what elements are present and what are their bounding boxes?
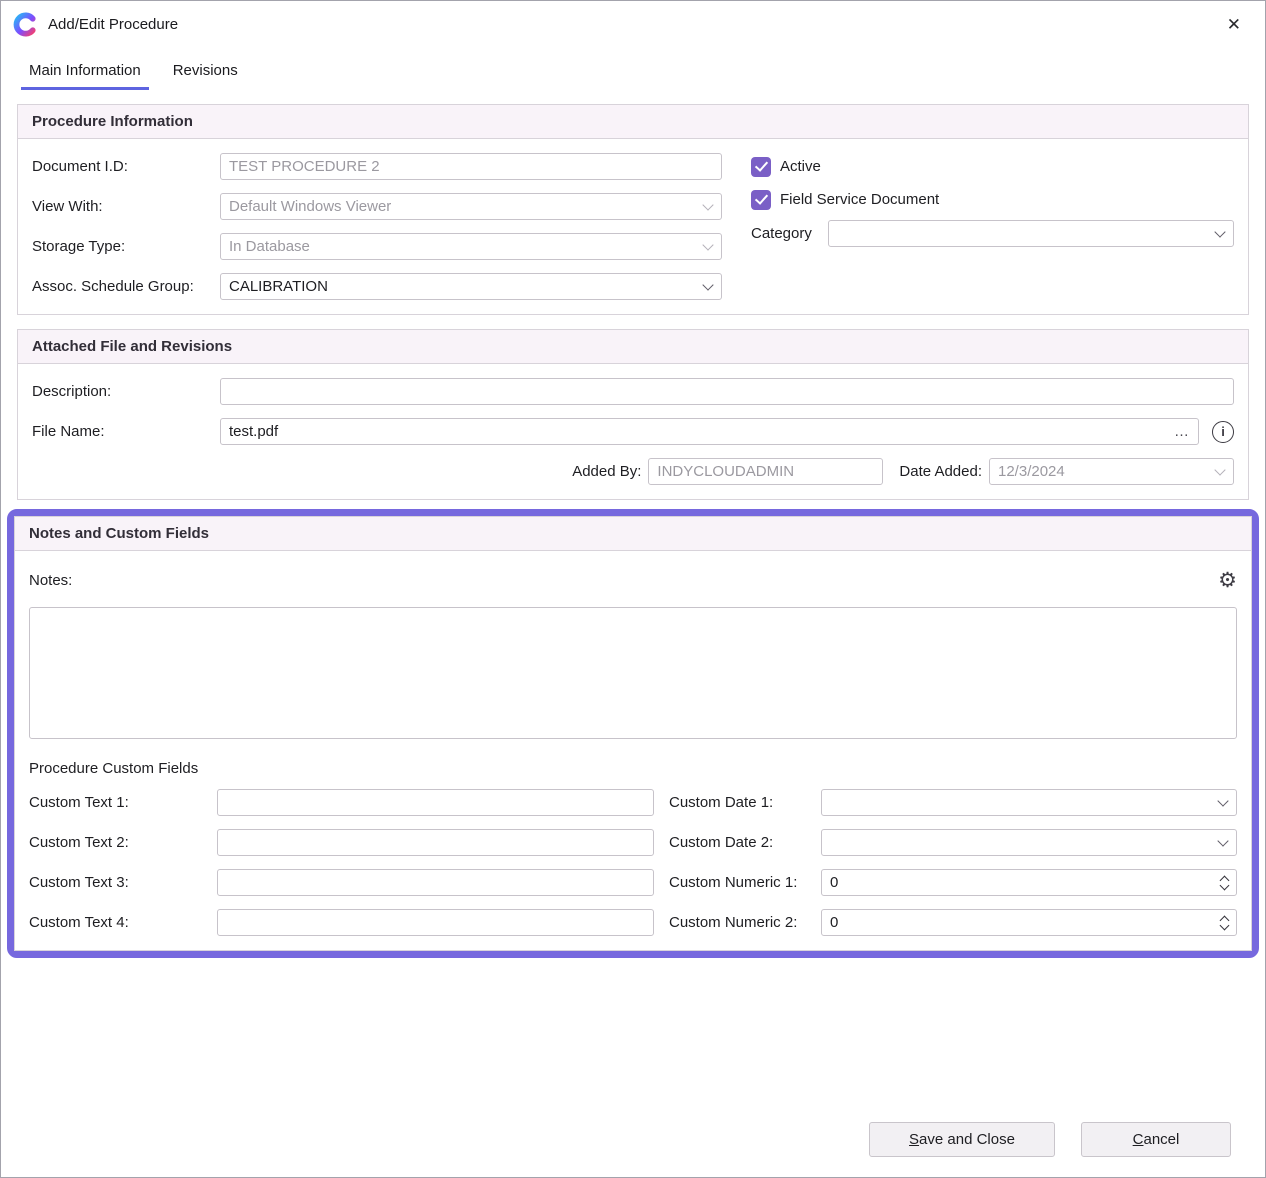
custom-numeric-1-spinner xyxy=(1213,877,1236,889)
custom-date-2-dropdown[interactable] xyxy=(821,829,1237,856)
field-service-checkbox-row: Field Service Document xyxy=(751,186,1234,213)
document-id-input[interactable] xyxy=(221,158,721,175)
assoc-schedule-group-label: Assoc. Schedule Group: xyxy=(32,278,220,295)
custom-text-3-label: Custom Text 3: xyxy=(29,874,217,891)
assoc-schedule-group-dropdown[interactable]: CALIBRATION xyxy=(220,273,722,300)
custom-text-2-label: Custom Text 2: xyxy=(29,834,217,851)
date-added-label: Date Added: xyxy=(899,463,982,480)
tab-revisions[interactable]: Revisions xyxy=(165,54,246,90)
category-dropdown[interactable] xyxy=(828,220,1234,247)
custom-text-4-input[interactable] xyxy=(218,914,653,931)
footer-button-bar: Save and Close Cancel xyxy=(869,1122,1231,1157)
chevron-down-icon xyxy=(1217,795,1228,806)
procedure-information-section: Procedure Information Document I.D: View… xyxy=(17,104,1249,315)
custom-text-1-label: Custom Text 1: xyxy=(29,794,217,811)
chevron-down-icon xyxy=(1214,226,1225,237)
file-name-label: File Name: xyxy=(32,423,220,440)
date-added-dropdown[interactable]: 12/3/2024 xyxy=(989,458,1234,485)
custom-numeric-2-input[interactable] xyxy=(822,914,1213,931)
procedure-custom-fields-title: Procedure Custom Fields xyxy=(29,760,1237,777)
document-id-label: Document I.D: xyxy=(32,158,220,175)
title-bar: Add/Edit Procedure ✕ xyxy=(1,1,1265,48)
custom-text-3-field[interactable] xyxy=(217,869,654,896)
procedure-information-header: Procedure Information xyxy=(18,105,1248,139)
active-checkbox[interactable] xyxy=(751,157,771,177)
tab-main-information[interactable]: Main Information xyxy=(21,54,149,90)
field-service-document-checkbox[interactable] xyxy=(751,190,771,210)
custom-date-1-label: Custom Date 1: xyxy=(669,794,821,811)
chevron-down-icon xyxy=(702,279,713,290)
info-icon[interactable]: i xyxy=(1212,421,1234,443)
attached-file-header: Attached File and Revisions xyxy=(18,330,1248,364)
date-added-value: 12/3/2024 xyxy=(998,463,1216,480)
attached-file-section: Attached File and Revisions Description:… xyxy=(17,329,1249,500)
custom-text-4-field[interactable] xyxy=(217,909,654,936)
storage-type-label: Storage Type: xyxy=(32,238,220,255)
save-and-close-button[interactable]: Save and Close xyxy=(869,1122,1055,1157)
added-by-field[interactable] xyxy=(648,458,883,485)
description-input[interactable] xyxy=(221,383,1233,400)
add-edit-procedure-dialog: Add/Edit Procedure ✕ Main Information Re… xyxy=(0,0,1266,1178)
storage-type-value: In Database xyxy=(229,238,704,255)
custom-text-2-input[interactable] xyxy=(218,834,653,851)
notes-label: Notes: xyxy=(29,572,217,589)
document-id-field[interactable] xyxy=(220,153,722,180)
custom-numeric-2-spinner xyxy=(1213,917,1236,929)
file-name-field[interactable]: … xyxy=(220,418,1199,445)
file-name-input[interactable] xyxy=(221,423,1166,440)
notes-textarea[interactable] xyxy=(29,607,1237,739)
custom-numeric-2-label: Custom Numeric 2: xyxy=(669,914,821,931)
storage-type-dropdown[interactable]: In Database xyxy=(220,233,722,260)
chevron-down-icon xyxy=(702,239,713,250)
browse-file-button[interactable]: … xyxy=(1166,423,1198,440)
custom-date-2-label: Custom Date 2: xyxy=(669,834,821,851)
view-with-value: Default Windows Viewer xyxy=(229,198,704,215)
custom-numeric-2-field[interactable] xyxy=(821,909,1237,936)
close-icon[interactable]: ✕ xyxy=(1219,12,1249,37)
chevron-down-icon xyxy=(1217,835,1228,846)
highlight-annotation-box: Notes and Custom Fields Notes: ⚙ Procedu… xyxy=(7,509,1259,958)
view-with-label: View With: xyxy=(32,198,220,215)
active-label: Active xyxy=(780,158,821,175)
notes-custom-fields-section: Notes and Custom Fields Notes: ⚙ Procedu… xyxy=(14,516,1252,951)
added-by-label: Added By: xyxy=(572,463,641,480)
custom-text-1-input[interactable] xyxy=(218,794,653,811)
window-title: Add/Edit Procedure xyxy=(48,16,178,33)
description-field[interactable] xyxy=(220,378,1234,405)
chevron-down-icon xyxy=(1214,464,1225,475)
gear-icon[interactable]: ⚙ xyxy=(1218,570,1237,591)
active-checkbox-row: Active xyxy=(751,153,1234,180)
custom-text-1-field[interactable] xyxy=(217,789,654,816)
cancel-button[interactable]: Cancel xyxy=(1081,1122,1231,1157)
custom-numeric-1-input[interactable] xyxy=(822,874,1213,891)
added-by-input[interactable] xyxy=(649,463,882,480)
category-label: Category xyxy=(751,225,828,242)
app-logo-icon xyxy=(13,12,38,37)
custom-numeric-1-label: Custom Numeric 1: xyxy=(669,874,821,891)
custom-text-4-label: Custom Text 4: xyxy=(29,914,217,931)
custom-text-3-input[interactable] xyxy=(218,874,653,891)
field-service-document-label: Field Service Document xyxy=(780,191,939,208)
notes-custom-fields-header: Notes and Custom Fields xyxy=(15,517,1251,551)
tab-bar: Main Information Revisions xyxy=(1,54,1265,90)
custom-numeric-1-field[interactable] xyxy=(821,869,1237,896)
chevron-down-icon xyxy=(702,199,713,210)
custom-date-1-dropdown[interactable] xyxy=(821,789,1237,816)
view-with-dropdown[interactable]: Default Windows Viewer xyxy=(220,193,722,220)
custom-text-2-field[interactable] xyxy=(217,829,654,856)
assoc-schedule-group-value: CALIBRATION xyxy=(229,278,704,295)
description-label: Description: xyxy=(32,383,220,400)
